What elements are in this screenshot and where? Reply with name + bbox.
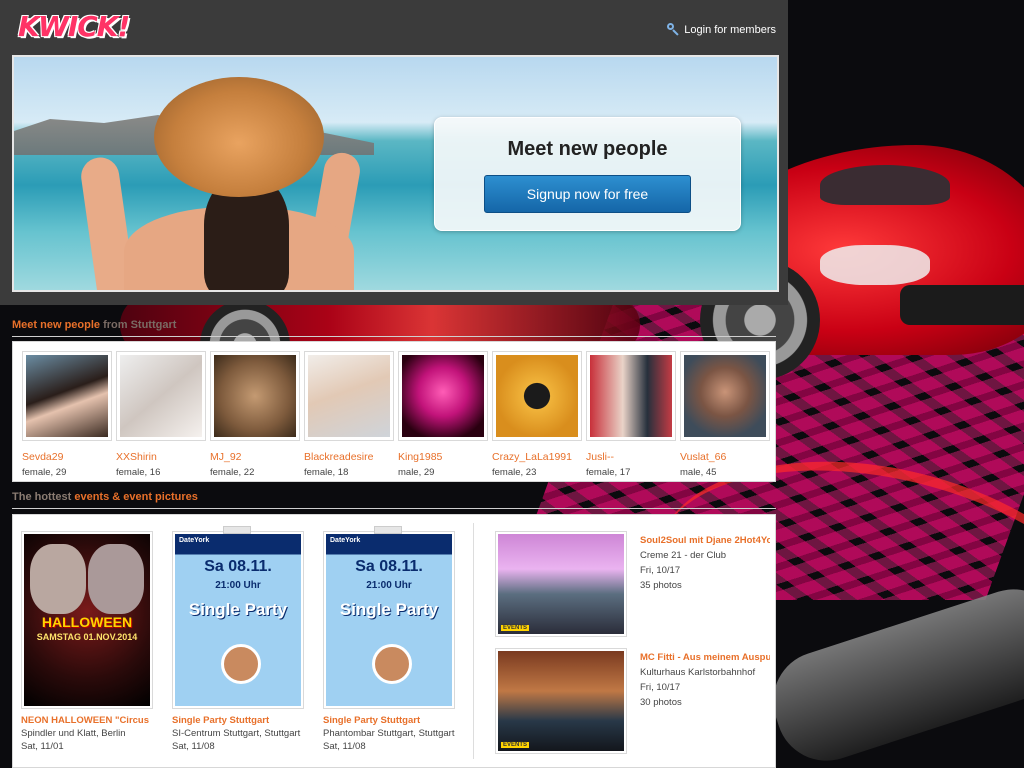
member-avatar[interactable] [210, 351, 300, 441]
event-title[interactable]: Single Party Stuttgart [323, 715, 453, 726]
event-poster[interactable]: HALLOWEEN SAMSTAG 01.NOV.2014 [21, 531, 153, 709]
beach-image [154, 77, 324, 197]
photo-album[interactable]: EVENTS MC Fitti - Aus meinem Auspuff Kul… [495, 648, 770, 754]
album-venue: Kulturhaus Karlstorbahnhof [640, 667, 756, 678]
album-thumbnail[interactable]: EVENTS [495, 648, 627, 754]
member-name[interactable]: Jusli-- [586, 451, 676, 463]
party-photo-image: EVENTS [498, 534, 624, 634]
party-photo-image: EVENTS [498, 651, 624, 751]
member-meta: male, 29 [398, 467, 435, 478]
event-venue: SI-Centrum Stuttgart, Stuttgart [172, 728, 301, 739]
signup-button[interactable]: Signup now for free [484, 175, 691, 213]
event-title[interactable]: Single Party Stuttgart [172, 715, 302, 726]
events-title-highlight[interactable]: events & event pictures [74, 491, 198, 503]
member-meta: female, 29 [22, 467, 67, 478]
events-title-dim: The hottest [12, 491, 75, 503]
hero-banner: Meet new people Signup now for free [12, 55, 779, 292]
album-date: Fri, 10/17 [640, 565, 681, 576]
member-card[interactable]: Crazy_LaLa1991 female, 23 [492, 351, 582, 478]
member-meta: female, 16 [116, 467, 161, 478]
poster-day: Sa 08.11. [204, 558, 272, 575]
member-meta: female, 18 [304, 467, 349, 478]
poster-time: 21:00 Uhr [215, 580, 261, 591]
people-panel: Sevda29 female, 29 XXShirin female, 16 M… [12, 341, 776, 482]
events-panel: HALLOWEEN SAMSTAG 01.NOV.2014 NEON HALLO… [12, 514, 776, 768]
member-card[interactable]: King1985 male, 29 [398, 351, 488, 478]
member-card[interactable]: XXShirin female, 16 [116, 351, 206, 478]
people-section-title: Meet new people from Stuttgart [12, 319, 176, 331]
member-name[interactable]: Blackreadesire [304, 451, 394, 463]
header: KWICK! Login for members Meet new people… [0, 0, 788, 305]
album-venue: Creme 21 - der Club [640, 550, 727, 561]
member-meta: female, 22 [210, 467, 255, 478]
poster-brand: DateYork [330, 537, 361, 544]
album-title[interactable]: Soul2Soul mit Djane 2Hot4You [640, 535, 770, 546]
member-avatar[interactable] [492, 351, 582, 441]
poster-brand: DateYork [179, 537, 210, 544]
album-title[interactable]: MC Fitti - Aus meinem Auspuff [640, 652, 770, 663]
photo-album[interactable]: EVENTS Soul2Soul mit Djane 2Hot4You Crem… [495, 531, 770, 637]
member-card[interactable]: Jusli-- female, 17 [586, 351, 676, 478]
album-tag: EVENTS [501, 742, 530, 748]
album-date: Fri, 10/17 [640, 682, 681, 693]
event-poster[interactable]: DateYork Sa 08.11. 21:00 Uhr Single Part… [323, 526, 455, 709]
member-card[interactable]: Blackreadesire female, 18 [304, 351, 394, 478]
divider [473, 523, 474, 759]
single-party-poster-image: DateYork Sa 08.11. 21:00 Uhr Single Part… [175, 534, 301, 706]
event-card[interactable]: DateYork Sa 08.11. 21:00 Uhr Single Part… [323, 526, 455, 752]
member-name[interactable]: XXShirin [116, 451, 206, 463]
member-avatar[interactable] [586, 351, 676, 441]
signup-box: Meet new people Signup now for free [434, 117, 741, 231]
member-avatar[interactable] [398, 351, 488, 441]
event-card[interactable]: HALLOWEEN SAMSTAG 01.NOV.2014 NEON HALLO… [21, 531, 153, 752]
single-party-poster-image [221, 644, 261, 684]
member-card[interactable]: Vuslat_66 male, 45 [680, 351, 770, 478]
event-date: Sat, 11/08 [172, 741, 215, 752]
member-avatar[interactable] [304, 351, 394, 441]
event-poster[interactable]: DateYork Sa 08.11. 21:00 Uhr Single Part… [172, 526, 304, 709]
event-date: Sat, 11/01 [21, 741, 64, 752]
member-name[interactable]: Sevda29 [22, 451, 112, 463]
album-tag: EVENTS [501, 625, 530, 631]
poster-title: HALLOWEEN [41, 614, 133, 630]
login-label: Login for members [684, 23, 776, 36]
member-avatar[interactable] [22, 351, 112, 441]
member-name[interactable]: Crazy_LaLa1991 [492, 451, 582, 463]
people-title-highlight[interactable]: Meet new people [12, 319, 100, 331]
events-section-title: The hottest events & event pictures [12, 491, 198, 503]
single-party-poster-image: DateYork Sa 08.11. 21:00 Uhr Single Part… [326, 534, 452, 706]
halloween-poster-image: HALLOWEEN SAMSTAG 01.NOV.2014 [24, 534, 150, 706]
event-date: Sat, 11/08 [323, 741, 366, 752]
event-title[interactable]: NEON HALLOWEEN "Circus of [21, 715, 151, 726]
member-avatar[interactable] [680, 351, 770, 441]
member-meta: female, 23 [492, 467, 537, 478]
event-venue: Phantombar Stuttgart, Stuttgart [323, 728, 455, 739]
hero-headline: Meet new people [507, 138, 668, 160]
album-photo-count: 35 photos [640, 580, 682, 591]
member-avatar[interactable] [116, 351, 206, 441]
album-photo-count: 30 photos [640, 697, 682, 708]
event-card[interactable]: DateYork Sa 08.11. 21:00 Uhr Single Part… [172, 526, 304, 752]
divider [12, 336, 776, 337]
event-venue: Spindler und Klatt, Berlin [21, 728, 126, 739]
poster-name: Single Party [339, 600, 439, 619]
single-party-poster-image [372, 644, 412, 684]
member-name[interactable]: King1985 [398, 451, 488, 463]
key-icon [667, 23, 680, 36]
member-name[interactable]: MJ_92 [210, 451, 300, 463]
member-meta: male, 45 [680, 467, 717, 478]
divider [12, 508, 776, 509]
member-card[interactable]: MJ_92 female, 22 [210, 351, 300, 478]
poster-time: 21:00 Uhr [366, 580, 412, 591]
people-title-rest: from Stuttgart [100, 319, 177, 331]
kwick-logo[interactable]: KWICK! [12, 10, 135, 43]
member-meta: female, 17 [586, 467, 631, 478]
login-link[interactable]: Login for members [667, 23, 776, 36]
poster-day: Sa 08.11. [355, 558, 423, 575]
member-name[interactable]: Vuslat_66 [680, 451, 770, 463]
poster-name: Single Party [188, 600, 288, 619]
album-thumbnail[interactable]: EVENTS [495, 531, 627, 637]
poster-subtitle: SAMSTAG 01.NOV.2014 [36, 632, 138, 642]
member-card[interactable]: Sevda29 female, 29 [22, 351, 112, 478]
